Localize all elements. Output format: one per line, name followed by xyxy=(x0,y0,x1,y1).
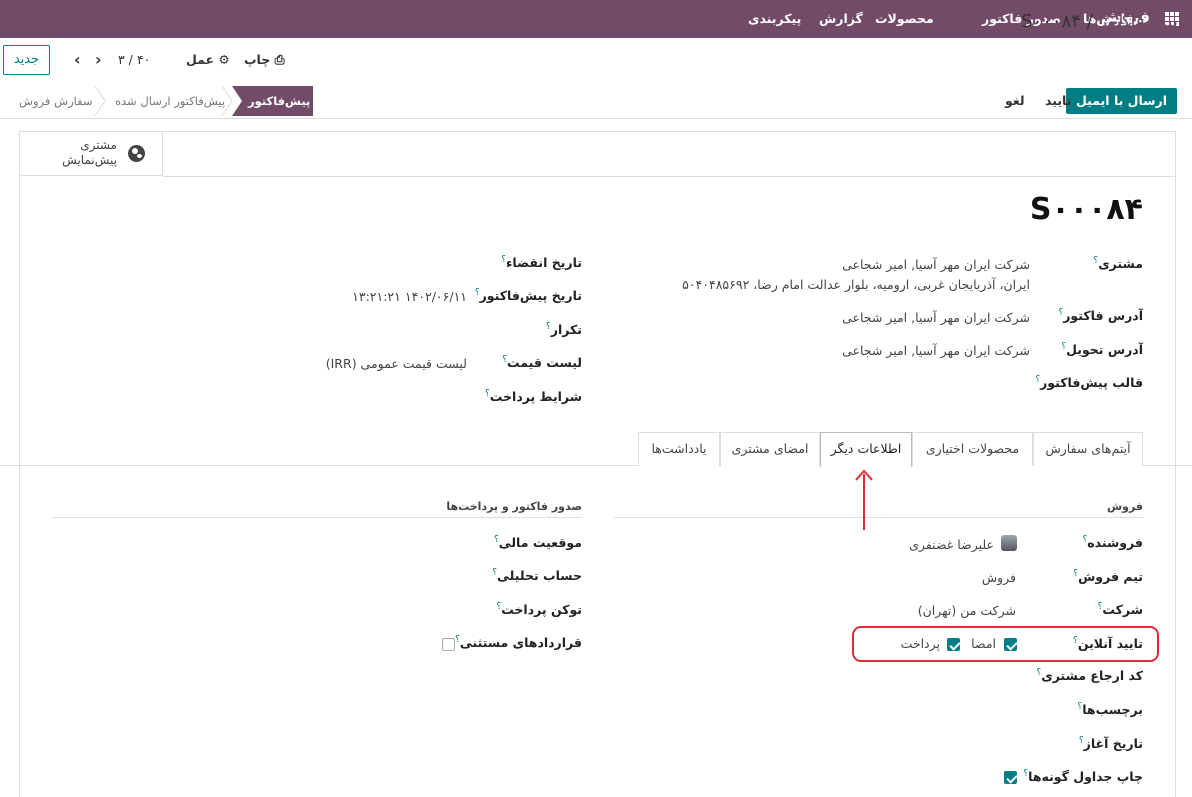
invoicing-section-rule xyxy=(52,517,582,518)
send-by-email-button[interactable]: ارسال با ایمیل xyxy=(1065,88,1177,114)
customer-reference-label: کد ارجاع مشتری؟ xyxy=(1036,668,1144,684)
customer-preview-button[interactable]: مشتری پیش‌نمایش xyxy=(19,131,163,176)
pager-value[interactable]: ۳ / ۴۰ xyxy=(118,52,150,67)
new-button[interactable]: جدید xyxy=(3,45,50,75)
invoice-address-field[interactable]: شرکت ایران مهر آسیا, امیر شجاعی xyxy=(842,310,1030,325)
annotation-highlight-box xyxy=(852,626,1159,662)
print-button[interactable]: ⎙ چاپ xyxy=(244,52,285,68)
pager-next-icon[interactable]: › xyxy=(95,50,102,69)
smart-button-line2: پیش‌نمایش xyxy=(62,153,117,167)
recurrence-label: تکرار؟ xyxy=(545,322,582,338)
pricelist-field[interactable]: لیست قیمت عمومی (IRR) xyxy=(326,356,467,371)
menu-item-products[interactable]: محصولات xyxy=(875,11,934,26)
tab-order-lines[interactable]: آیتم‌های سفارش xyxy=(1033,432,1143,466)
tab-optional-products[interactable]: محصولات اختیاری xyxy=(912,432,1033,466)
payment-terms-label: شرایط پرداخت؟ xyxy=(485,389,582,405)
sales-section-title: فروش xyxy=(1106,500,1143,513)
customer-label: مشتری؟ xyxy=(1093,256,1143,272)
tab-notes[interactable]: یادداشت‌ها xyxy=(638,432,720,466)
print-variants-label: چاپ جداول گونه‌ها؟ xyxy=(1023,769,1143,785)
quotation-date-field[interactable]: ۱۴۰۲/۰۶/۱۱ ۱۳:۲۱:۲۱ xyxy=(352,289,467,304)
stage-sale-order[interactable]: سفارش فروش xyxy=(19,86,93,116)
analytic-account-label: حساب تحلیلی؟ xyxy=(492,568,582,584)
breadcrumb-parent[interactable]: پیش‌فاکتور xyxy=(1099,11,1178,32)
stage-quotation[interactable]: پیش‌فاکتور xyxy=(248,86,310,116)
customer-name[interactable]: شرکت ایران مهر آسیا, امیر شجاعی xyxy=(842,257,1030,272)
print-variants-checkbox[interactable] xyxy=(1004,771,1017,784)
company-field[interactable]: شرکت من (تهران) xyxy=(918,603,1016,618)
breadcrumb-separator: / xyxy=(1086,11,1093,32)
gear-icon: ⚙ xyxy=(218,52,230,67)
pager-previous-icon[interactable]: ‹ xyxy=(74,50,81,69)
company-label: شرکت؟ xyxy=(1097,602,1143,618)
tab-other-info[interactable]: اطلاعات دیگر xyxy=(820,432,912,467)
sales-team-label: تیم فروش؟ xyxy=(1073,569,1143,585)
delivery-address-field[interactable]: شرکت ایران مهر آسیا, امیر شجاعی xyxy=(842,343,1030,358)
menu-item-reporting[interactable]: گزارش xyxy=(819,11,863,26)
pricelist-label: لیست قیمت؟ xyxy=(502,355,582,371)
start-date-label: تاریخ آغاز؟ xyxy=(1078,736,1143,752)
invoice-address-label: آدرس فاکتور؟ xyxy=(1058,308,1143,324)
tags-label: برچسب‌ها؟ xyxy=(1077,702,1143,718)
action-button[interactable]: ⚙ عمل xyxy=(186,52,230,67)
quotation-date-label: تاریخ پیش‌فاکتور؟ xyxy=(474,288,582,304)
print-icon: ⎙ xyxy=(274,52,285,67)
action-label: عمل xyxy=(186,52,215,67)
print-label: چاپ xyxy=(244,52,271,67)
quotation-template-label: قالب پیش‌فاکتور؟ xyxy=(1035,375,1143,391)
expiration-label: تاریخ انقضاء؟ xyxy=(501,255,582,271)
smart-button-line1: مشتری xyxy=(80,138,117,152)
sales-team-field[interactable]: فروش xyxy=(982,570,1016,585)
globe-icon xyxy=(128,145,145,162)
breadcrumb-current: S۰۰۰۸۴ xyxy=(1021,11,1081,32)
excluded-contracts-checkbox[interactable] xyxy=(442,638,455,651)
salesperson-field[interactable]: علیرضا غضنفری xyxy=(909,537,994,552)
avatar xyxy=(1001,535,1017,551)
delivery-address-label: آدرس تحویل؟ xyxy=(1061,342,1143,358)
salesperson-label: فروشنده؟ xyxy=(1082,535,1143,551)
excluded-contracts-label: قراردادهای مستثنی؟ xyxy=(455,635,582,651)
cancel-button[interactable]: لغو xyxy=(1005,93,1025,108)
fiscal-position-label: موقعیت مالی؟ xyxy=(493,535,582,551)
top-navbar: فروش سفارش‌ها صدور فاکتور محصولات گزارش … xyxy=(0,0,1192,38)
invoicing-section-title: صدور فاکتور و پرداخت‌ها xyxy=(446,500,582,513)
record-title: S۰۰۰۸۴ xyxy=(1029,192,1143,227)
stage-quotation-sent[interactable]: پیش‌فاکتور ارسال شده xyxy=(115,86,225,116)
annotation-arrow xyxy=(855,469,873,530)
smart-buttons-divider xyxy=(163,176,1176,177)
breadcrumb: پیش‌فاکتور / S۰۰۰۸۴ xyxy=(1021,11,1178,32)
customer-address: ایران، آذربایجان غربی، ارومیه، بلوار عدا… xyxy=(682,277,1030,292)
confirm-button[interactable]: تایید xyxy=(1045,93,1071,108)
sales-section-rule xyxy=(614,517,1144,518)
tab-customer-signature[interactable]: امضای مشتری xyxy=(720,432,820,466)
menu-item-configuration[interactable]: پیکربندی xyxy=(748,11,801,26)
payment-token-label: توکن پرداخت؟ xyxy=(496,602,582,618)
